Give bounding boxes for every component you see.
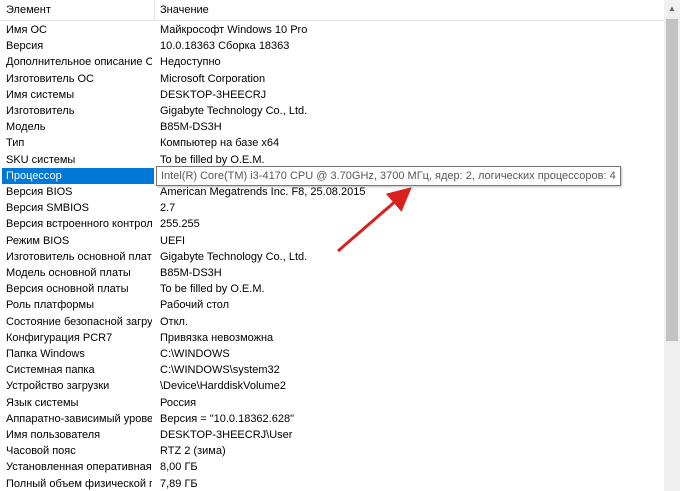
row-label: Дополнительное описание ОС	[6, 56, 152, 69]
row-value: Россия	[160, 396, 197, 409]
table-row[interactable]: Версия SMBIOS 2.7	[0, 200, 664, 216]
row-label: Модель	[6, 121, 46, 134]
row-value: Microsoft Corporation	[160, 72, 266, 85]
table-row[interactable]: Изготовитель Gigabyte Technology Co., Ltd…	[0, 103, 664, 119]
row-label: Установленная оперативная п...	[6, 461, 152, 474]
column-header-element[interactable]: Элемент	[6, 0, 51, 20]
chevron-up-icon[interactable]: ▲	[664, 0, 680, 17]
row-label: Системная папка	[6, 364, 95, 377]
row-value: 8,00 ГБ	[160, 461, 198, 474]
system-info-view: Элемент Значение Имя ОС Майкрософт Window…	[0, 0, 680, 491]
row-label: Состояние безопасной загруз...	[6, 315, 152, 328]
table-row[interactable]: Версия 10.0.18363 Сборка 18363	[0, 38, 664, 54]
row-label: Процессор	[2, 167, 154, 184]
row-value: Компьютер на базе x64	[160, 137, 280, 150]
table-row[interactable]: Системная папка C:\WINDOWS\system32	[0, 362, 664, 378]
table-row[interactable]: Имя пользователя DESKTOP-3HEECRJ\User	[0, 427, 664, 443]
row-value: American Megatrends Inc. F8, 25.08.2015	[160, 186, 366, 198]
row-value: B85M-DS3H	[160, 121, 222, 134]
row-label: Конфигурация PCR7	[6, 331, 113, 344]
row-value: 255.255	[160, 218, 200, 231]
table-row[interactable]: Изготовитель ОС Microsoft Corporation	[0, 71, 664, 87]
row-label: Полный объем физической па...	[6, 477, 152, 490]
table-row[interactable]: Аппаратно-зависимый уровен... Версия = "1…	[0, 411, 664, 427]
list-header: Элемент Значение	[0, 0, 664, 21]
row-value: B85M-DS3H	[160, 267, 222, 279]
row-label: Изготовитель	[6, 105, 75, 117]
table-row[interactable]: Часовой пояс RTZ 2 (зима)	[0, 443, 664, 459]
row-value: RTZ 2 (зима)	[160, 445, 226, 458]
table-row[interactable]: Конфигурация PCR7 Привязка невозможна	[0, 330, 664, 346]
table-row[interactable]: Тип Компьютер на базе x64	[0, 135, 664, 151]
column-divider[interactable]	[154, 0, 155, 20]
row-label: Режим BIOS	[6, 234, 70, 247]
row-value: \Device\HarddiskVolume2	[160, 380, 286, 393]
system-summary-list: Имя ОС Майкрософт Windows 10 Pro Версия 10.…	[0, 21, 664, 491]
row-value: Версия = "10.0.18362.628"	[160, 412, 294, 425]
processor-tooltip: Intel(R) Core(TM) i3-4170 CPU @ 3.70GHz,…	[156, 166, 621, 186]
row-label: Папка Windows	[6, 348, 85, 360]
row-value: 7,89 ГБ	[160, 477, 198, 490]
row-value: Привязка невозможна	[160, 331, 274, 344]
vertical-scrollbar[interactable]: ▲	[664, 0, 680, 491]
row-value: 10.0.18363 Сборка 18363	[160, 40, 290, 53]
table-row[interactable]: Модель основной платы B85M-DS3H	[0, 265, 664, 281]
row-label: Тип	[6, 137, 25, 150]
table-row[interactable]: Устройство загрузки \Device\HarddiskVolum…	[0, 378, 664, 394]
row-value: To be filled by O.E.M.	[160, 283, 265, 296]
row-label: Часовой пояс	[6, 445, 76, 458]
table-row[interactable]: Состояние безопасной загруз... Откл.	[0, 314, 664, 330]
row-label: Версия встроенного контролл...	[6, 218, 152, 231]
row-label: Модель основной платы	[6, 267, 131, 279]
column-header-value[interactable]: Значение	[160, 0, 209, 20]
row-value: Gigabyte Technology Co., Ltd.	[160, 105, 308, 117]
scrollbar-thumb[interactable]	[666, 19, 678, 341]
table-row[interactable]: Режим BIOS UEFI	[0, 233, 664, 249]
row-label: SKU системы	[6, 153, 76, 166]
row-label: Изготовитель ОС	[6, 72, 94, 85]
table-row[interactable]: Папка Windows C:\WINDOWS	[0, 346, 664, 362]
row-label: Имя системы	[6, 88, 75, 101]
row-value: C:\WINDOWS	[160, 348, 230, 360]
table-row[interactable]: Версия встроенного контролл... 255.255	[0, 216, 664, 232]
row-value: 2.7	[160, 202, 176, 215]
row-value: Рабочий стол	[160, 299, 230, 312]
table-row[interactable]: Роль платформы Рабочий стол	[0, 297, 664, 313]
row-label: Устройство загрузки	[6, 380, 110, 393]
table-row[interactable]: Модель B85M-DS3H	[0, 119, 664, 135]
row-value: Откл.	[160, 315, 189, 328]
row-label: Версия BIOS	[6, 186, 73, 198]
row-label: Имя пользователя	[6, 429, 101, 441]
row-value: DESKTOP-3HEECRJ\User	[160, 429, 293, 441]
table-row[interactable]: Установленная оперативная п... 8,00 ГБ	[0, 459, 664, 475]
row-value: C:\WINDOWS\system32	[160, 364, 280, 377]
row-label: Роль платформы	[6, 299, 94, 312]
row-value: Gigabyte Technology Co., Ltd.	[160, 250, 308, 263]
table-row[interactable]: Язык системы Россия	[0, 395, 664, 411]
table-row[interactable]: Имя ОС Майкрософт Windows 10 Pro	[0, 22, 664, 38]
table-row[interactable]: Дополнительное описание ОС Недоступно	[0, 54, 664, 70]
row-value: Майкрософт Windows 10 Pro	[160, 24, 308, 36]
table-row[interactable]: Полный объем физической па... 7,89 ГБ	[0, 476, 664, 491]
row-value: UEFI	[160, 234, 186, 247]
row-label: Аппаратно-зависимый уровен...	[6, 412, 152, 425]
row-label: Версия основной платы	[6, 283, 129, 296]
row-value: DESKTOP-3HEECRJ	[160, 88, 267, 101]
row-label: Версия SMBIOS	[6, 202, 90, 215]
row-label: Изготовитель основной платы	[6, 250, 152, 263]
row-label: Язык системы	[6, 396, 79, 409]
table-row[interactable]: Изготовитель основной платы Gigabyte Tech…	[0, 249, 664, 265]
row-label: Версия	[6, 40, 44, 53]
table-row[interactable]: Версия BIOS American Megatrends Inc. F8, …	[0, 184, 664, 200]
table-row[interactable]: Версия основной платы To be filled by O.E…	[0, 281, 664, 297]
table-row[interactable]: Имя системы DESKTOP-3HEECRJ	[0, 87, 664, 103]
row-value: Недоступно	[160, 56, 221, 69]
row-label: Имя ОС	[6, 24, 47, 36]
